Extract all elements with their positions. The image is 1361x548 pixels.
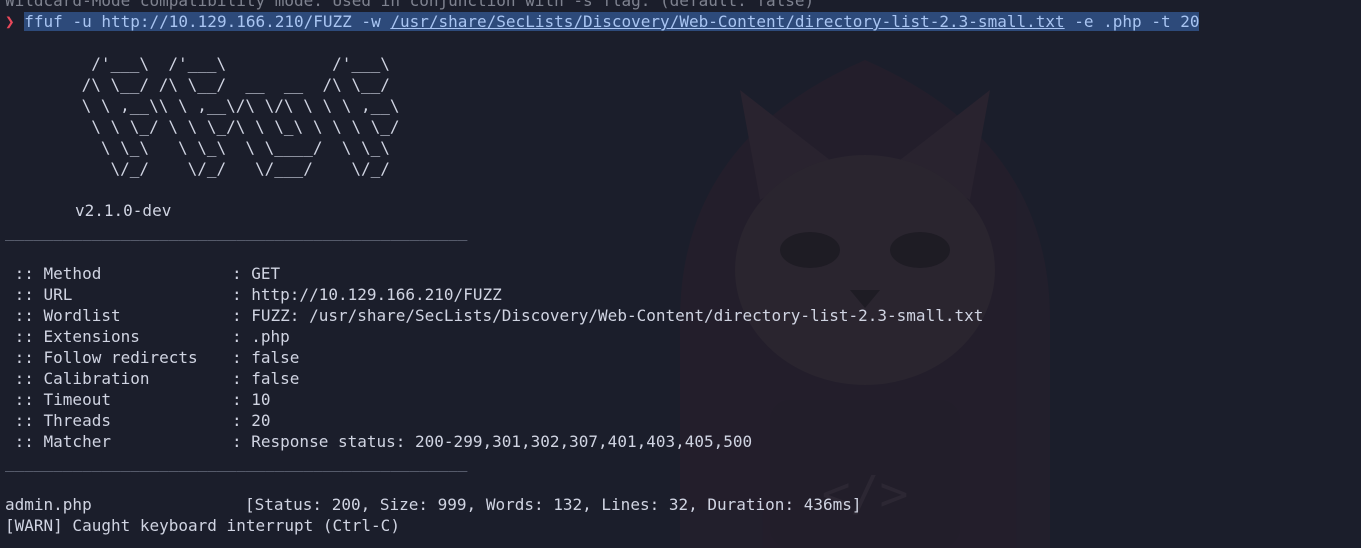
version-label: v2.1.0-dev <box>75 201 172 220</box>
config-row-method: :: Method: GET <box>5 264 281 283</box>
separator: ________________________________________… <box>5 222 468 241</box>
result-filename: admin.php <box>5 495 92 514</box>
result-row: admin.php [Status: 200, Size: 999, Words:… <box>5 494 1355 515</box>
separator: ________________________________________… <box>5 453 468 472</box>
terminal-output[interactable]: Wildcard-Mode compatibility mode. Used i… <box>5 0 1355 536</box>
ascii-banner-line: \ \ ,__\\ \ ,__\/\ \/\ \ \ \ ,__\ <box>72 96 400 115</box>
config-row-extensions: :: Extensions: .php <box>5 327 290 346</box>
command-args: -u http://10.129.166.210/FUZZ -w <box>62 12 391 31</box>
config-row-matcher: :: Matcher: Response status: 200-299,301… <box>5 432 753 451</box>
ascii-banner-line: \/_/ \/_/ \/___/ \/_/ <box>72 159 390 178</box>
previous-output-line: Wildcard-Mode compatibility mode. Used i… <box>5 0 815 10</box>
ascii-banner-line: \ \_\ \ \_\ \ \____/ \ \_\ <box>72 138 390 157</box>
config-row-threads: :: Threads: 20 <box>5 411 271 430</box>
config-row-url: :: URL: http://10.129.166.210/FUZZ <box>5 285 502 304</box>
config-row-wordlist: :: Wordlist: FUZZ: /usr/share/SecLists/D… <box>5 306 984 325</box>
command-program: ffuf <box>24 12 63 31</box>
result-details: [Status: 200, Size: 999, Words: 132, Lin… <box>245 495 862 514</box>
config-row-follow-redirects: :: Follow redirects: false <box>5 348 300 367</box>
wordlist-path-link[interactable]: /usr/share/SecLists/Discovery/Web-Conten… <box>390 12 1064 31</box>
config-row-timeout: :: Timeout: 10 <box>5 390 271 409</box>
prompt-chevron-icon: ❯ <box>5 12 15 31</box>
ascii-banner-line: \ \ \_/ \ \ \_/\ \ \_\ \ \ \ \_/ <box>72 117 400 136</box>
warning-line: [WARN] Caught keyboard interrupt (Ctrl-C… <box>5 516 400 535</box>
command-line[interactable]: ❯ ffuf -u http://10.129.166.210/FUZZ -w … <box>5 11 1355 32</box>
ascii-banner-line: /'___\ /'___\ /'___\ <box>72 54 390 73</box>
command-args-tail: -e .php -t 20 <box>1064 12 1200 31</box>
config-row-calibration: :: Calibration: false <box>5 369 300 388</box>
ascii-banner-line: /\ \__/ /\ \__/ __ __ /\ \__/ <box>72 75 390 94</box>
